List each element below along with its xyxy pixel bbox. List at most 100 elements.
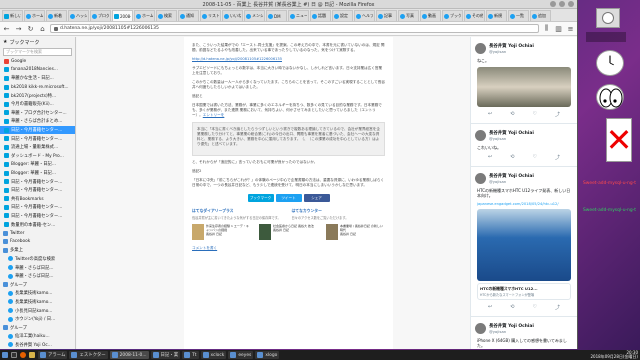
taskbar-task[interactable]: Tt (182, 351, 199, 359)
bookmark-item[interactable]: Twitter (0, 229, 75, 238)
tweet[interactable]: 長谷井賀 Yoji Ochiai @yojisan HTCの新機種スマホHTC U1… (471, 167, 577, 317)
tweet-cat-image[interactable] (477, 67, 571, 107)
retweet-icon[interactable]: ⟲ (510, 111, 514, 118)
bookmark-item[interactable]: 華麗・さらば日記... (0, 272, 75, 281)
article-link[interactable]: http://d.hatena.ne.jp/yoji/20081105#1226… (192, 57, 282, 61)
bookmark-item[interactable]: 華麗かな生活・日記... (0, 74, 75, 83)
minimize-button[interactable] (550, 1, 556, 7)
browser-tab[interactable]: ブックマーク (442, 10, 463, 21)
bookmark-item[interactable]: グループ (0, 323, 75, 332)
browser-tab[interactable]: 新しい (2, 10, 23, 21)
browser-tab[interactable]: 新着 (46, 10, 67, 21)
share-button[interactable]: ツイート (275, 194, 302, 202)
window-titlebar[interactable]: 2008-11-05 - 百業上 長谷井賀 (某長谷業上 #) 日 @ 日記 -… (0, 0, 577, 9)
bookmark-item[interactable]: 数量用の本書籍-セン... (0, 220, 75, 229)
eeyes-widget[interactable] (596, 84, 624, 110)
bookmark-item[interactable]: 日記・今月書籍センター... (0, 177, 75, 186)
browser-tab[interactable]: いいね (222, 10, 243, 21)
bookmark-item[interactable]: 華麗・さらば日記... (0, 263, 75, 272)
bookmark-item[interactable]: 日記・今月書籍センター... (0, 125, 75, 135)
library-button[interactable]: ⫼ (542, 24, 551, 33)
tweet-phone-image[interactable] (477, 208, 571, 281)
reply-icon[interactable]: ↩ (488, 154, 492, 161)
share-icon[interactable]: ⤴ (555, 111, 560, 118)
like-icon[interactable]: ♡ (532, 111, 536, 118)
taskbar-task[interactable]: xlogo (255, 351, 280, 359)
browser-tab[interactable]: DM (266, 10, 287, 21)
bookmark-item[interactable]: bk2018 kikk-re.microsoft... (0, 83, 75, 92)
xlogo-widget[interactable]: ✕ (606, 118, 632, 162)
bookmark-search-input[interactable]: ブックマークを検索 (3, 48, 72, 56)
bookmark-item[interactable]: 長業業技術kamo... (0, 298, 75, 307)
bookmark-item[interactable]: 日記・今月書籍センター... (0, 134, 75, 143)
taskbar-task[interactable]: アラーム (38, 351, 68, 359)
bookmark-item[interactable]: Blogger: 華麗・日記... (0, 169, 75, 178)
browser-tab[interactable]: リスト (200, 10, 221, 21)
tweet-link-card[interactable]: HTCの新機種スマホHTC U12... HTCから新たなスマートフォンが登場 (477, 282, 571, 300)
avatar[interactable] (475, 43, 486, 54)
bookmark-item[interactable]: 仙洋工業(haiku... (0, 332, 75, 341)
home-button[interactable]: ⌂ (38, 24, 47, 33)
browser-tab[interactable]: 写真 (398, 10, 419, 21)
bookmark-item[interactable]: ホウジン(Yoji) / 日... (0, 315, 75, 324)
browser-tab[interactable]: ホーム (134, 10, 155, 21)
bookmark-item[interactable]: 長谷井賀 Yoji Oc... (0, 341, 75, 349)
share-button[interactable]: シェア (303, 194, 330, 202)
bookmark-item[interactable]: 小長見日記kamo... (0, 306, 75, 315)
browser-tab[interactable]: 一覧 (508, 10, 529, 21)
url-bar[interactable]: d.hatena.ne.jp/yoji/20081105#1226006135 (50, 24, 539, 33)
comment-link[interactable]: コメントを書く (192, 246, 217, 250)
bookmark-item[interactable]: 流通上場・量販業株式... (0, 143, 75, 152)
close-button[interactable] (568, 1, 574, 7)
bookmark-item[interactable]: ダッシュボード - My Pro... (0, 152, 75, 161)
product-item[interactable]: 社会医療から日記 長谷大 技法 長谷井 日記 (259, 224, 318, 240)
browser-tab[interactable]: 2008- (112, 10, 133, 21)
bookmark-item[interactable]: Blogger: 華麗・日記... (0, 160, 75, 169)
tweet[interactable]: 長谷井賀 Yoji Ochiai @yojisan iPhone X (64GB) … (471, 317, 577, 350)
sidebar-header[interactable]: ★ ブックマーク (0, 37, 75, 47)
bookmark-item[interactable]: 長業業技術kamo... (0, 289, 75, 298)
moon-widget[interactable] (596, 8, 620, 28)
menu-button[interactable]: ≡ (566, 24, 575, 33)
retweet-icon[interactable]: ⟲ (510, 304, 514, 311)
reload-button[interactable]: ↻ (26, 24, 35, 33)
bookmark-item[interactable]: 日記・今月書籍センター... (0, 212, 75, 221)
related-item[interactable]: はてなダイアリープラス 長谷井賀が主に書いてきたような気がする日記の保存庫です。 (192, 208, 286, 220)
browser-tab[interactable]: メンション (244, 10, 265, 21)
files-icon[interactable] (29, 352, 35, 358)
taskbar-task[interactable]: ェストクター (69, 351, 108, 359)
bookmark-item[interactable]: fanana2018Nancies... (0, 66, 75, 75)
start-menu-icon[interactable] (2, 352, 8, 358)
bookmark-item[interactable]: 日記・今月書籍センター... (0, 203, 75, 212)
browser-tab[interactable]: 話題 (310, 10, 331, 21)
share-button[interactable]: ブックマーク (247, 194, 274, 202)
bookmark-item[interactable]: Twitterの高度な検索 (0, 255, 75, 264)
bookmark-item[interactable]: 日記・今月書籍センター... (0, 186, 75, 195)
browser-tab[interactable]: ヘルプ (354, 10, 375, 21)
bookmark-item[interactable]: Facebook (0, 237, 75, 246)
browser-tab[interactable]: 動画 (420, 10, 441, 21)
browser-tab[interactable]: 記事 (376, 10, 397, 21)
bookmark-item[interactable]: 共有Bookmarks (0, 195, 75, 204)
browser-tab[interactable]: ホーム (24, 10, 45, 21)
entry-link[interactable]: エントリーを (203, 113, 225, 117)
avatar[interactable] (475, 130, 486, 141)
avatar[interactable] (475, 322, 486, 334)
reply-icon[interactable]: ↩ (488, 111, 492, 118)
browser-tab[interactable]: ハッシュ (68, 10, 89, 21)
back-button[interactable]: ← (2, 24, 11, 33)
taskbar-task[interactable]: eeyes (228, 351, 254, 359)
browser-tab[interactable]: ニュース (288, 10, 309, 21)
browser-tab[interactable]: ブログ (90, 10, 111, 21)
bookmark-item[interactable]: 華麗・さらば合計まとめ... (0, 117, 75, 126)
bookmark-item[interactable]: 華麗・ブログ合計センター... (0, 109, 75, 118)
bookmark-item[interactable]: Google (0, 57, 75, 66)
sidebar-toggle-button[interactable]: ▥ (554, 24, 563, 33)
related-item[interactable]: はてなカウンター 日々のアクセス数をご覧いただけます。 (292, 208, 386, 220)
tweet-link[interactable]: japanese.engadget.com/2018/05/24/htc-u12… (477, 202, 571, 207)
bookmark-item[interactable]: グループ (0, 280, 75, 289)
terminal-icon[interactable] (11, 352, 17, 358)
xclock-widget[interactable] (596, 50, 624, 76)
bookmark-item[interactable]: bk2017(projects)特... (0, 91, 75, 100)
tweet[interactable]: 長谷井賀 Yoji Ochiai @yojisan ねこ。 ↩ ⟲ ♡ ⤴ (471, 37, 577, 124)
